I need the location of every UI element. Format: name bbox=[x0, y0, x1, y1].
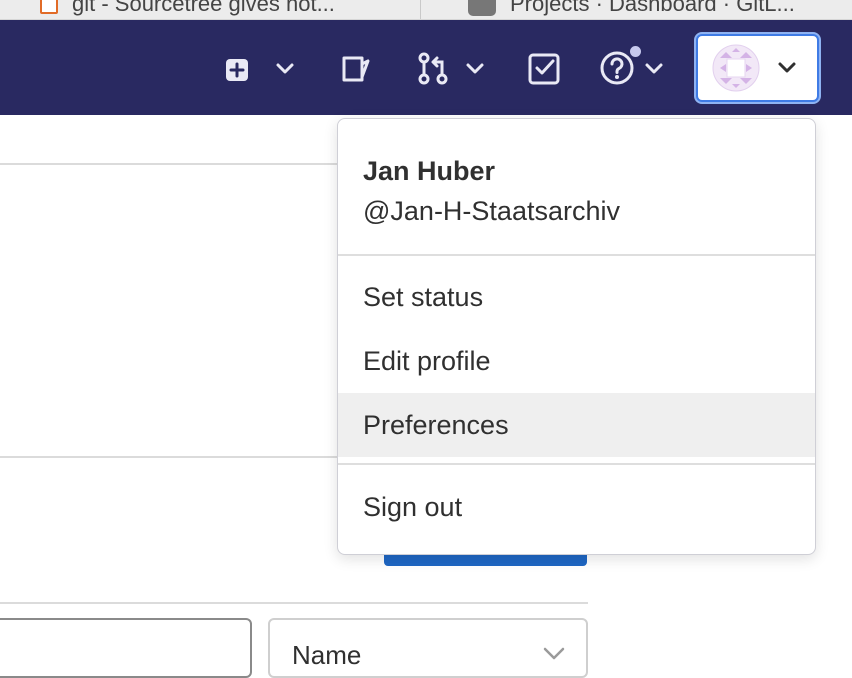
chevron-down-icon bbox=[543, 647, 565, 660]
chevron-down-icon bbox=[645, 63, 663, 73]
browser-tab[interactable]: git - Sourcetree gives not... bbox=[40, 0, 335, 19]
menu-item-set-status[interactable]: Set status bbox=[338, 265, 815, 329]
divider bbox=[0, 163, 337, 165]
user-dropdown-menu: Jan Huber @Jan-H-Staatsarchiv Set status… bbox=[337, 118, 816, 555]
chevron-down-icon bbox=[276, 63, 294, 73]
new-menu-button[interactable] bbox=[222, 20, 300, 115]
user-menu-toggle[interactable] bbox=[696, 34, 819, 102]
divider bbox=[0, 602, 588, 604]
menu-divider bbox=[338, 254, 815, 256]
chevron-down-icon bbox=[778, 62, 796, 73]
todos-button[interactable] bbox=[527, 20, 561, 115]
todo-icon bbox=[528, 53, 560, 84]
filter-input[interactable] bbox=[0, 618, 252, 678]
document-icon bbox=[40, 0, 58, 14]
menu-item-edit-profile[interactable]: Edit profile bbox=[338, 329, 815, 393]
tab-separator bbox=[420, 0, 421, 19]
merge-requests-button[interactable] bbox=[416, 20, 490, 115]
divider bbox=[0, 456, 337, 458]
top-navbar bbox=[0, 20, 852, 115]
menu-item-sign-out[interactable]: Sign out bbox=[338, 475, 815, 539]
chevron-down-icon bbox=[466, 63, 484, 73]
user-full-name: Jan Huber bbox=[363, 156, 496, 186]
notification-dot bbox=[628, 44, 643, 59]
plus-square-icon bbox=[226, 58, 248, 81]
gitlab-favicon-icon bbox=[468, 0, 496, 16]
menu-item-preferences[interactable]: Preferences bbox=[338, 393, 815, 457]
browser-tab[interactable]: Projects · Dashboard · GitL... bbox=[468, 0, 795, 19]
browser-tab-strip: git - Sourcetree gives not... Projects ·… bbox=[0, 0, 852, 20]
merge-request-icon bbox=[418, 52, 448, 84]
menu-divider bbox=[338, 463, 815, 465]
browser-tab-label: Projects · Dashboard · GitL... bbox=[510, 0, 795, 16]
avatar bbox=[712, 44, 760, 92]
snippets-button[interactable] bbox=[339, 20, 373, 115]
sort-select-value: Name bbox=[292, 640, 362, 670]
user-handle[interactable]: @Jan-H-Staatsarchiv bbox=[363, 196, 620, 227]
help-menu-button[interactable] bbox=[599, 20, 669, 115]
browser-tab-label: git - Sourcetree gives not... bbox=[72, 0, 335, 16]
sort-select[interactable]: Name bbox=[268, 618, 588, 678]
snippet-icon bbox=[342, 56, 370, 81]
